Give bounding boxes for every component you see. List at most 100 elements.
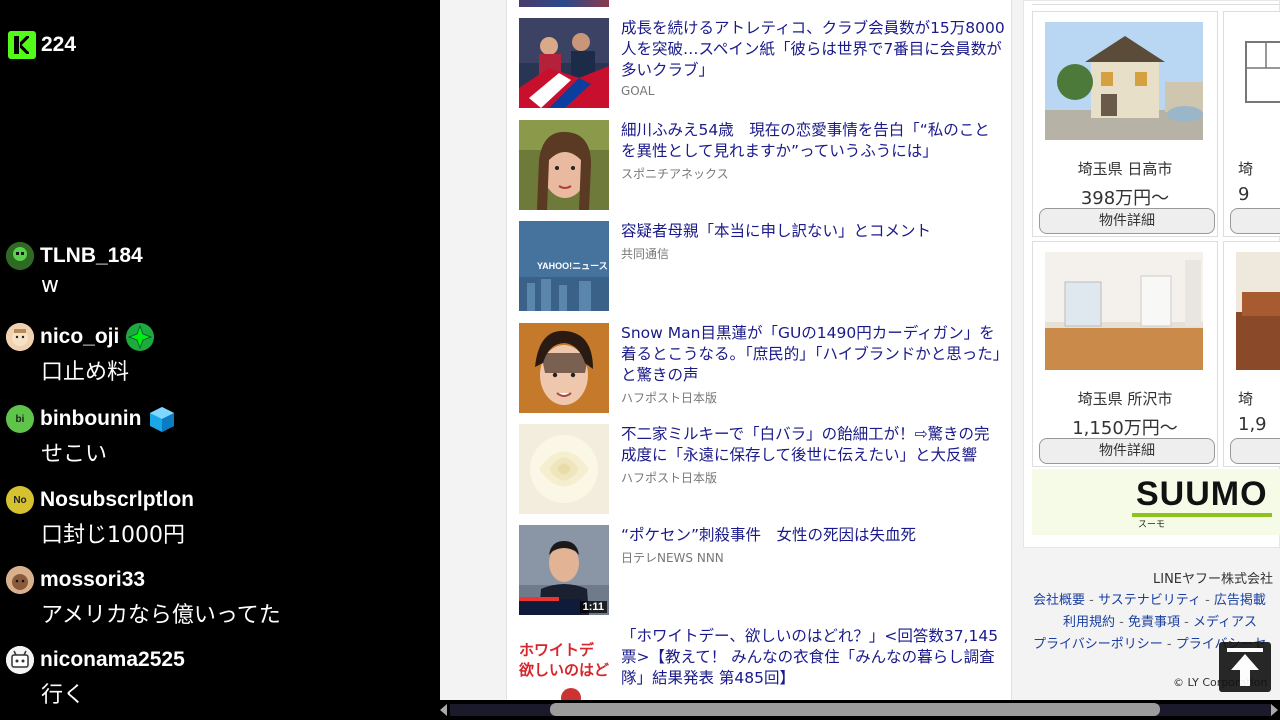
news-source: ハフポスト日本版	[621, 391, 718, 405]
viewer-count: 224	[41, 33, 77, 56]
chat-message: nico_oji 口止め料	[6, 322, 155, 386]
news-headline[interactable]: 容疑者母親「本当に申し訳ない」とコメント	[621, 221, 1005, 242]
news-item[interactable]: 1:11 “ポケセン”刺殺事件 女性の死因は失血死 日テレNEWS NNN	[519, 525, 1007, 617]
property-location: 埼	[1238, 160, 1254, 178]
property-card-partial[interactable]: 埼 1,9	[1223, 241, 1280, 467]
property-detail-button[interactable]	[1230, 438, 1280, 464]
news-thumbnail[interactable]	[519, 18, 609, 108]
avatar[interactable]: bi	[6, 405, 34, 433]
chat-text: せこい	[41, 442, 108, 467]
avatar-label: No	[13, 494, 27, 506]
chat-message: TLNB_184 w	[6, 241, 143, 298]
news-item[interactable]: Snow Man目黒蓮が「GUの1490円カーディガン」を着るとこうなる。「庶民…	[519, 323, 1007, 415]
kick-logo-icon	[8, 31, 36, 59]
property-location: 埼玉県 所沢市	[1077, 390, 1173, 408]
avatar[interactable]	[6, 242, 34, 270]
footer-link[interactable]: 利用規約	[1063, 615, 1115, 630]
news-headline[interactable]: 細川ふみえ54歳 現在の恋愛事情を告白「“私のことを異性として見れますか”ってい…	[621, 120, 1005, 162]
avatar[interactable]: No	[6, 486, 34, 514]
property-price: 1,150万円〜	[1072, 418, 1178, 439]
property-price: 9	[1238, 184, 1250, 205]
chat-message: niconama2525 行く	[6, 645, 185, 709]
news-thumbnail[interactable]: 1:11	[519, 525, 609, 615]
news-headline[interactable]: Snow Man目黒蓮が「GUの1490円カーディガン」を着るとこうなる。「庶民…	[621, 323, 1005, 386]
chat-text: 口止め料	[41, 360, 130, 385]
property-photo[interactable]	[1236, 252, 1280, 370]
scrollbar-thumb[interactable]	[550, 703, 1160, 716]
news-item[interactable]: 細川ふみえ54歳 現在の恋愛事情を告白「“私のことを異性として見れますか”ってい…	[519, 120, 1007, 212]
chat-message: mossori33 アメリカなら億いってた	[6, 565, 281, 629]
suumo-banner[interactable]: SUUMO スーモ	[1032, 469, 1280, 535]
property-card[interactable]: 埼玉県 所沢市 1,150万円〜 物件詳細	[1032, 241, 1218, 467]
footer-link[interactable]: 免責事項	[1128, 615, 1180, 630]
footer-link[interactable]: 会社概要	[1033, 593, 1085, 608]
scroll-left-arrow-icon[interactable]	[440, 704, 447, 716]
footer-link[interactable]: サステナビリティ	[1098, 593, 1201, 608]
chat-text: アメリカなら億いってた	[41, 603, 281, 628]
property-detail-button[interactable]: 物件詳細	[1039, 438, 1215, 464]
property-photo[interactable]	[1045, 252, 1203, 370]
news-item[interactable]: 不二家ミルキーで「白バラ」の飴細工が！⇨驚きの完成度に「永遠に保存して後世に伝え…	[519, 424, 1007, 516]
avatar[interactable]	[6, 566, 34, 594]
viewer-count-widget: 224	[8, 31, 76, 59]
chat-text: 口封じ1000円	[41, 523, 185, 548]
property-photo[interactable]	[1045, 22, 1203, 140]
news-item[interactable]: ホワイトデ 欲しいのはど 「ホワイトデー、欲しいのはどれ？」<回答数37,145…	[519, 626, 1007, 700]
yahoo-news-page: 成長を続けるアトレティコ、クラブ会員数が15万8000人を突破…スペイン紙「彼ら…	[440, 0, 1280, 700]
news-source: 日テレNEWS NNN	[621, 551, 724, 565]
news-headline[interactable]: “ポケセン”刺殺事件 女性の死因は失血死	[621, 525, 1005, 546]
property-detail-button[interactable]	[1230, 208, 1280, 234]
thumbnail-caption: ホワイトデ 欲しいのはど	[519, 641, 609, 679]
chat-message: bi binbounin せこい	[6, 404, 177, 468]
avatar-label: bi	[15, 413, 25, 425]
news-headline[interactable]: 「ホワイトデー、欲しいのはどれ？」<回答数37,145票>【教えて！ みんなの衣…	[621, 626, 1005, 689]
news-item[interactable]: YAHOO!ニュース 容疑者母親「本当に申し訳ない」とコメント 共同通信	[519, 221, 1007, 313]
news-source: 共同通信	[621, 247, 670, 261]
news-thumbnail[interactable]	[519, 120, 609, 210]
horizontal-scrollbar[interactable]	[440, 700, 1280, 720]
chat-username[interactable]: niconama2525	[40, 648, 185, 672]
avatar[interactable]	[6, 646, 34, 674]
suumo-ad[interactable]: 埼玉県 日高市 398万円〜 物件詳細 埼 9 埼玉県 所沢市 1,150万円〜…	[1023, 0, 1280, 548]
scroll-to-top-button[interactable]	[1219, 642, 1271, 692]
property-detail-button[interactable]: 物件詳細	[1039, 208, 1215, 234]
property-price: 1,9	[1238, 414, 1267, 435]
footer-link[interactable]: メディアス	[1193, 615, 1257, 630]
browser-capture: 成長を続けるアトレティコ、クラブ会員数が15万8000人を突破…スペイン紙「彼ら…	[440, 0, 1280, 720]
news-thumbnail[interactable]	[519, 424, 609, 514]
chat-username[interactable]: binbounin	[40, 407, 141, 431]
yahoo-news-logo: YAHOO!ニュース	[537, 261, 608, 271]
chat-message: No Nosubscrlptlon 口封じ1000円	[6, 485, 194, 549]
scroll-right-arrow-icon[interactable]	[1271, 704, 1278, 716]
news-source: スポニチアネックス	[621, 167, 729, 181]
footer-link[interactable]: 広告掲載	[1214, 593, 1266, 608]
property-card[interactable]: 埼玉県 日高市 398万円〜 物件詳細	[1032, 11, 1218, 237]
avatar[interactable]	[6, 323, 34, 351]
news-item[interactable]: 成長を続けるアトレティコ、クラブ会員数が15万8000人を突破…スペイン紙「彼ら…	[519, 18, 1007, 110]
chat-text: 行く	[41, 683, 86, 708]
chat-username[interactable]: Nosubscrlptlon	[40, 488, 194, 512]
green-star-badge-icon	[126, 323, 155, 351]
news-thumbnail[interactable]	[519, 323, 609, 413]
property-location: 埼玉県 日高市	[1077, 160, 1173, 178]
news-thumbnail[interactable]: YAHOO!ニュース	[519, 221, 609, 311]
chat-username[interactable]: TLNB_184	[40, 244, 143, 268]
property-card-partial[interactable]: 埼 9	[1223, 11, 1280, 237]
news-source: ハフポスト日本版	[621, 471, 718, 485]
chat-text: w	[41, 273, 59, 298]
news-source: GOAL	[621, 84, 655, 98]
suumo-logo: SUUMO	[1136, 475, 1268, 513]
news-list: 成長を続けるアトレティコ、クラブ会員数が15万8000人を突破…スペイン紙「彼ら…	[506, 0, 1012, 700]
divider	[1032, 1, 1280, 5]
chat-username[interactable]: nico_oji	[40, 325, 119, 349]
suumo-logo-sub: スーモ	[1138, 520, 1166, 530]
footer-link[interactable]: プライバシーポリシー	[1033, 637, 1163, 652]
news-headline[interactable]: 成長を続けるアトレティコ、クラブ会員数が15万8000人を突破…スペイン紙「彼ら…	[621, 18, 1005, 81]
news-headline[interactable]: 不二家ミルキーで「白バラ」の飴細工が！⇨驚きの完成度に「永遠に保存して後世に伝え…	[621, 424, 1005, 466]
chat-username[interactable]: mossori33	[40, 568, 145, 592]
company-name: LINEヤフー株式会社	[1153, 572, 1274, 587]
thumbnail-partial	[519, 0, 609, 7]
news-thumbnail[interactable]: ホワイトデ 欲しいのはど	[519, 626, 609, 700]
property-floorplan[interactable]	[1236, 22, 1280, 140]
chat-panel: 224 TLNB_184 w nico_oji 口止め料 bi binbouni…	[0, 0, 440, 720]
